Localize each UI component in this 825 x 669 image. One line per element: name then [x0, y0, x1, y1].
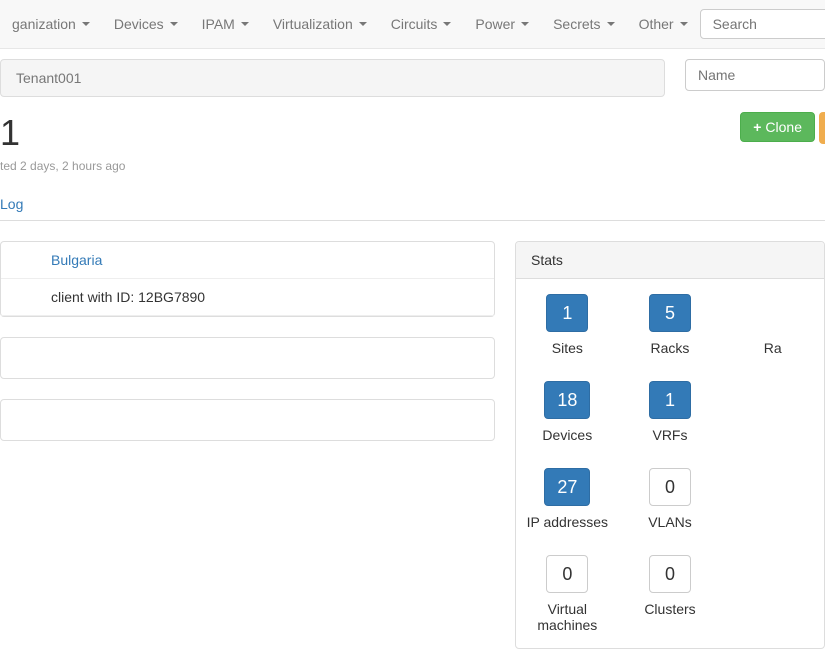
- stat-badge-racks[interactable]: 5: [649, 294, 691, 332]
- tabs: Log: [0, 188, 825, 221]
- stat-partial: [726, 468, 819, 530]
- caret-icon: [359, 22, 367, 26]
- stat-partial: [726, 381, 819, 443]
- empty-panel-body: [1, 400, 494, 440]
- stat-label-racks: Racks: [651, 340, 690, 356]
- header-row: 1 + Clone: [0, 112, 825, 154]
- stat-ip-addresses: 27 IP addresses: [521, 468, 614, 530]
- nav-label: Power: [475, 16, 515, 32]
- client-id-text: client with ID: 12BG7890: [51, 289, 205, 305]
- nav-label: Virtualization: [273, 16, 353, 32]
- nav-item-devices[interactable]: Devices: [102, 8, 190, 40]
- breadcrumb-search: [685, 59, 825, 97]
- stat-label-cut: Ra: [764, 340, 782, 356]
- stat-clusters: 0 Clusters: [624, 555, 717, 633]
- stats-heading: Stats: [516, 242, 824, 279]
- main-container: Tenant001 1 + Clone ted 2 days, 2 hours …: [0, 59, 825, 669]
- stat-vrfs: 1 VRFs: [624, 381, 717, 443]
- stat-label-sites: Sites: [552, 340, 583, 356]
- nav-item-circuits[interactable]: Circuits: [379, 8, 464, 40]
- details-panel: Bulgaria client with ID: 12BG7890: [0, 241, 495, 317]
- nav-label: Devices: [114, 16, 164, 32]
- stat-badge-devices[interactable]: 18: [544, 381, 590, 419]
- stat-label-devices: Devices: [542, 427, 592, 443]
- stats-grid: 1 Sites 5 Racks Ra 18 Devices: [516, 279, 824, 648]
- stat-partial: Ra: [726, 294, 819, 356]
- detail-row-client: client with ID: 12BG7890: [1, 279, 494, 316]
- plus-icon: +: [753, 119, 761, 135]
- stat-racks: 5 Racks: [624, 294, 717, 356]
- edit-button-edge[interactable]: [819, 112, 825, 144]
- empty-panel-body: [1, 338, 494, 378]
- navbar: ganization Devices IPAM Virtualization C…: [0, 0, 825, 49]
- nav-label: Circuits: [391, 16, 438, 32]
- right-column: Stats 1 Sites 5 Racks Ra: [515, 241, 825, 669]
- nav-item-virtualization[interactable]: Virtualization: [261, 8, 379, 40]
- breadcrumb: Tenant001: [0, 59, 665, 97]
- nav-search: [700, 9, 825, 39]
- clone-label: Clone: [765, 119, 802, 135]
- stat-badge-ip[interactable]: 27: [544, 468, 590, 506]
- stat-badge-vrfs[interactable]: 1: [649, 381, 691, 419]
- empty-panel-1: [0, 337, 495, 379]
- caret-icon: [443, 22, 451, 26]
- stat-label-ip: IP addresses: [527, 514, 608, 530]
- nav-item-organization[interactable]: ganization: [0, 8, 102, 40]
- stat-label-vlans: VLANs: [648, 514, 692, 530]
- clone-button[interactable]: + Clone: [740, 112, 815, 142]
- search-input[interactable]: [700, 9, 825, 39]
- stat-label-vrfs: VRFs: [652, 427, 687, 443]
- action-buttons: + Clone: [740, 112, 825, 144]
- nav-item-other[interactable]: Other: [627, 8, 700, 40]
- nav-item-secrets[interactable]: Secrets: [541, 8, 626, 40]
- stat-badge-vms[interactable]: 0: [546, 555, 588, 593]
- page-title: 1: [0, 112, 20, 154]
- caret-icon: [521, 22, 529, 26]
- nav-item-power[interactable]: Power: [463, 8, 541, 40]
- stat-sites: 1 Sites: [521, 294, 614, 356]
- nav-label: Secrets: [553, 16, 600, 32]
- nav-label: IPAM: [202, 16, 235, 32]
- caret-icon: [607, 22, 615, 26]
- stat-devices: 18 Devices: [521, 381, 614, 443]
- stat-badge-sites[interactable]: 1: [546, 294, 588, 332]
- main-row: Bulgaria client with ID: 12BG7890 Stats: [0, 241, 825, 669]
- stat-partial: [726, 555, 819, 633]
- nav-label: ganization: [12, 16, 76, 32]
- stat-vms: 0 Virtual machines: [521, 555, 614, 633]
- caret-icon: [241, 22, 249, 26]
- stat-label-vms: Virtual machines: [521, 601, 614, 633]
- stat-label-clusters: Clusters: [644, 601, 695, 617]
- country-link[interactable]: Bulgaria: [51, 252, 102, 268]
- stat-vlans: 0 VLANs: [624, 468, 717, 530]
- stats-panel: Stats 1 Sites 5 Racks Ra: [515, 241, 825, 649]
- stat-badge-clusters[interactable]: 0: [649, 555, 691, 593]
- timestamp: ted 2 days, 2 hours ago: [0, 159, 825, 173]
- tab-log[interactable]: Log: [0, 188, 23, 220]
- caret-icon: [170, 22, 178, 26]
- detail-row-country: Bulgaria: [1, 242, 494, 279]
- left-column: Bulgaria client with ID: 12BG7890: [0, 241, 495, 669]
- nav-item-ipam[interactable]: IPAM: [190, 8, 261, 40]
- caret-icon: [82, 22, 90, 26]
- caret-icon: [680, 22, 688, 26]
- breadcrumb-text: Tenant001: [16, 70, 81, 86]
- breadcrumb-row: Tenant001: [0, 59, 825, 97]
- nav-label: Other: [639, 16, 674, 32]
- empty-panel-2: [0, 399, 495, 441]
- stat-badge-vlans[interactable]: 0: [649, 468, 691, 506]
- name-search-input[interactable]: [685, 59, 825, 91]
- nav-items: ganization Devices IPAM Virtualization C…: [0, 8, 700, 40]
